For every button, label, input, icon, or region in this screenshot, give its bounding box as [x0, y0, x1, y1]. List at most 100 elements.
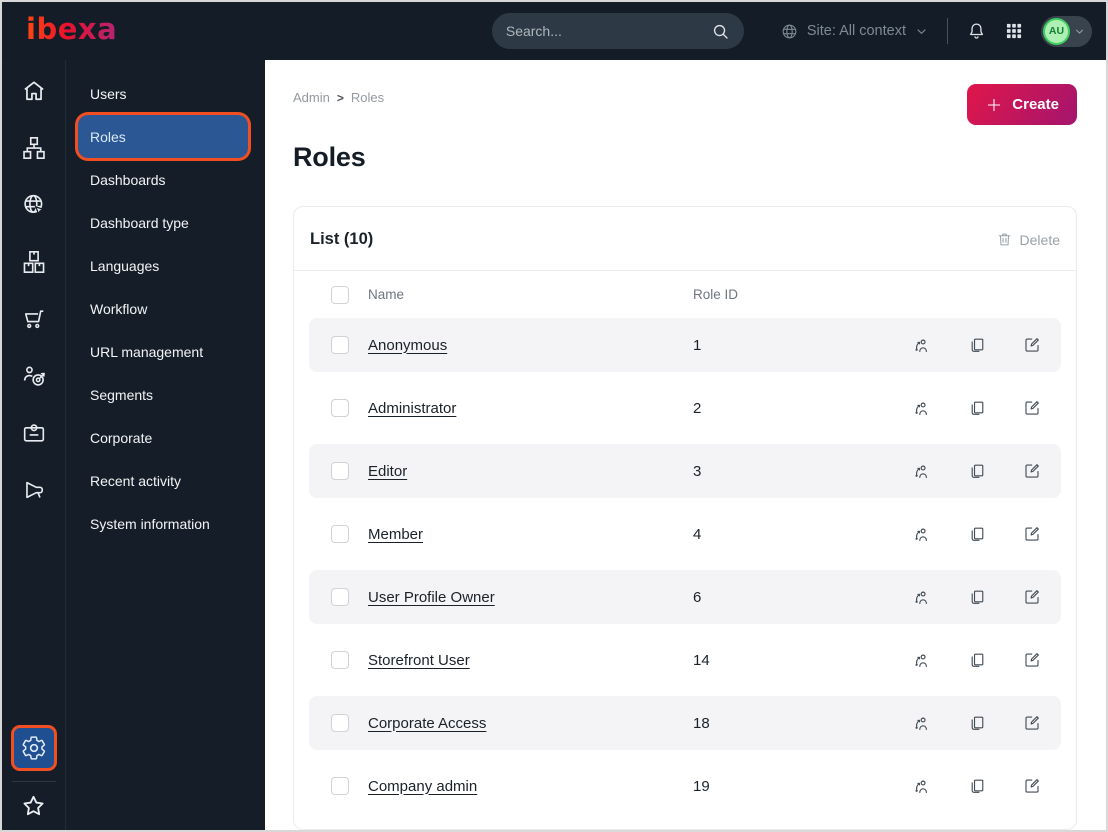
delete-button[interactable]: Delete [996, 231, 1060, 248]
trash-icon [996, 231, 1013, 248]
assign-users-icon[interactable] [912, 714, 931, 733]
table-row: Member 4 [309, 507, 1061, 561]
edit-icon[interactable] [1023, 336, 1041, 354]
global-search[interactable] [491, 13, 744, 49]
copy-icon[interactable] [968, 714, 986, 732]
sidebar-item-languages[interactable]: Languages [66, 244, 265, 287]
row-checkbox[interactable] [331, 525, 349, 543]
admin-settings-gear-icon[interactable] [10, 725, 57, 771]
role-name-link[interactable]: Storefront User [368, 652, 674, 669]
role-name-link[interactable]: Anonymous [368, 337, 674, 354]
sidebar-item-users[interactable]: Users [66, 72, 265, 115]
marketing-megaphone-icon[interactable] [21, 477, 47, 503]
assign-users-icon[interactable] [912, 777, 931, 796]
role-name-link[interactable]: Corporate Access [368, 715, 674, 732]
sidebar-item-dashboard-type[interactable]: Dashboard type [66, 201, 265, 244]
ibexa-logo[interactable]: ibexa [26, 14, 117, 48]
edit-icon[interactable] [1023, 777, 1041, 795]
sidebar-item-url-management[interactable]: URL management [66, 330, 265, 373]
edit-icon[interactable] [1023, 651, 1041, 669]
assign-users-icon[interactable] [912, 525, 931, 544]
personalization-icon[interactable] [21, 363, 47, 389]
sidebar-item-dashboards[interactable]: Dashboards [66, 158, 265, 201]
copy-icon[interactable] [968, 399, 986, 417]
table-row: Corporate Access 18 [309, 696, 1061, 750]
search-input[interactable] [505, 23, 711, 39]
breadcrumb-admin[interactable]: Admin [293, 90, 330, 105]
content-structure-icon[interactable] [21, 135, 47, 161]
home-icon[interactable] [21, 78, 47, 104]
role-id-value: 3 [693, 462, 702, 480]
bookmarks-star-icon[interactable] [18, 791, 49, 822]
role-name-link[interactable]: Administrator [368, 400, 674, 417]
table-row: Company admin 19 [309, 759, 1061, 813]
role-id-value: 18 [693, 714, 710, 732]
user-menu[interactable]: AU [1041, 15, 1092, 47]
role-name-link[interactable]: User Profile Owner [368, 589, 674, 606]
select-all-checkbox[interactable] [331, 285, 349, 304]
table-row: Editor 3 [309, 444, 1061, 498]
main-content: Admin > Roles Create Roles List (10) Del… [265, 60, 1106, 830]
globe-icon [780, 22, 799, 41]
commerce-cart-icon[interactable] [21, 306, 47, 332]
roles-list-card: List (10) Delete Name Role ID Anonymous … [293, 206, 1077, 830]
table-row: User Profile Owner 6 [309, 570, 1061, 624]
table-row: Storefront User 14 [309, 633, 1061, 687]
role-name-link[interactable]: Company admin [368, 778, 674, 795]
create-button[interactable]: Create [967, 84, 1077, 125]
sidebar-item-segments[interactable]: Segments [66, 373, 265, 416]
sidebar-item-roles[interactable]: Roles [78, 115, 248, 158]
row-checkbox[interactable] [331, 462, 349, 480]
assign-users-icon[interactable] [912, 588, 931, 607]
row-checkbox[interactable] [331, 399, 349, 417]
site-icon[interactable] [21, 192, 47, 218]
role-id-value: 1 [693, 336, 702, 354]
row-checkbox[interactable] [331, 336, 349, 354]
sidebar-item-workflow[interactable]: Workflow [66, 287, 265, 330]
copy-icon[interactable] [968, 651, 986, 669]
search-icon[interactable] [711, 22, 730, 41]
role-id-value: 2 [693, 399, 702, 417]
edit-icon[interactable] [1023, 399, 1041, 417]
assign-users-icon[interactable] [912, 651, 931, 670]
sidebar-item-corporate[interactable]: Corporate [66, 416, 265, 459]
apps-grid-icon[interactable] [1004, 21, 1024, 41]
assign-users-icon[interactable] [912, 399, 931, 418]
role-id-value: 6 [693, 588, 702, 606]
row-checkbox[interactable] [331, 651, 349, 669]
copy-icon[interactable] [968, 336, 986, 354]
sidebar-item-system-information[interactable]: System information [66, 502, 265, 545]
rail-divider [11, 781, 56, 782]
table-header-row: Name Role ID [309, 271, 1061, 318]
row-checkbox[interactable] [331, 777, 349, 795]
sidebar-item-recent-activity[interactable]: Recent activity [66, 459, 265, 502]
row-checkbox[interactable] [331, 588, 349, 606]
admin-sidebar: Users Roles Dashboards Dashboard type La… [66, 60, 265, 830]
copy-icon[interactable] [968, 525, 986, 543]
copy-icon[interactable] [968, 777, 986, 795]
copy-icon[interactable] [968, 588, 986, 606]
avatar: AU [1043, 17, 1070, 45]
breadcrumb: Admin > Roles [293, 90, 384, 105]
role-id-value: 4 [693, 525, 702, 543]
row-checkbox[interactable] [331, 714, 349, 732]
role-name-link[interactable]: Member [368, 526, 674, 543]
role-name-link[interactable]: Editor [368, 463, 674, 480]
assign-users-icon[interactable] [912, 462, 931, 481]
list-count-title: List (10) [310, 230, 374, 248]
site-context-selector[interactable]: Site: All context [780, 22, 929, 41]
page-title: Roles [293, 142, 366, 172]
edit-icon[interactable] [1023, 525, 1041, 543]
edit-icon[interactable] [1023, 588, 1041, 606]
edit-icon[interactable] [1023, 714, 1041, 732]
breadcrumb-separator: > [336, 90, 344, 105]
topbar-divider [947, 18, 948, 44]
copy-icon[interactable] [968, 462, 986, 480]
corporate-badge-icon[interactable] [21, 420, 47, 446]
notifications-bell-icon[interactable] [966, 21, 987, 42]
chevron-down-icon [914, 24, 929, 39]
edit-icon[interactable] [1023, 462, 1041, 480]
products-icon[interactable] [21, 249, 47, 275]
assign-users-icon[interactable] [912, 336, 931, 355]
site-context-label: Site: All context [806, 23, 906, 39]
